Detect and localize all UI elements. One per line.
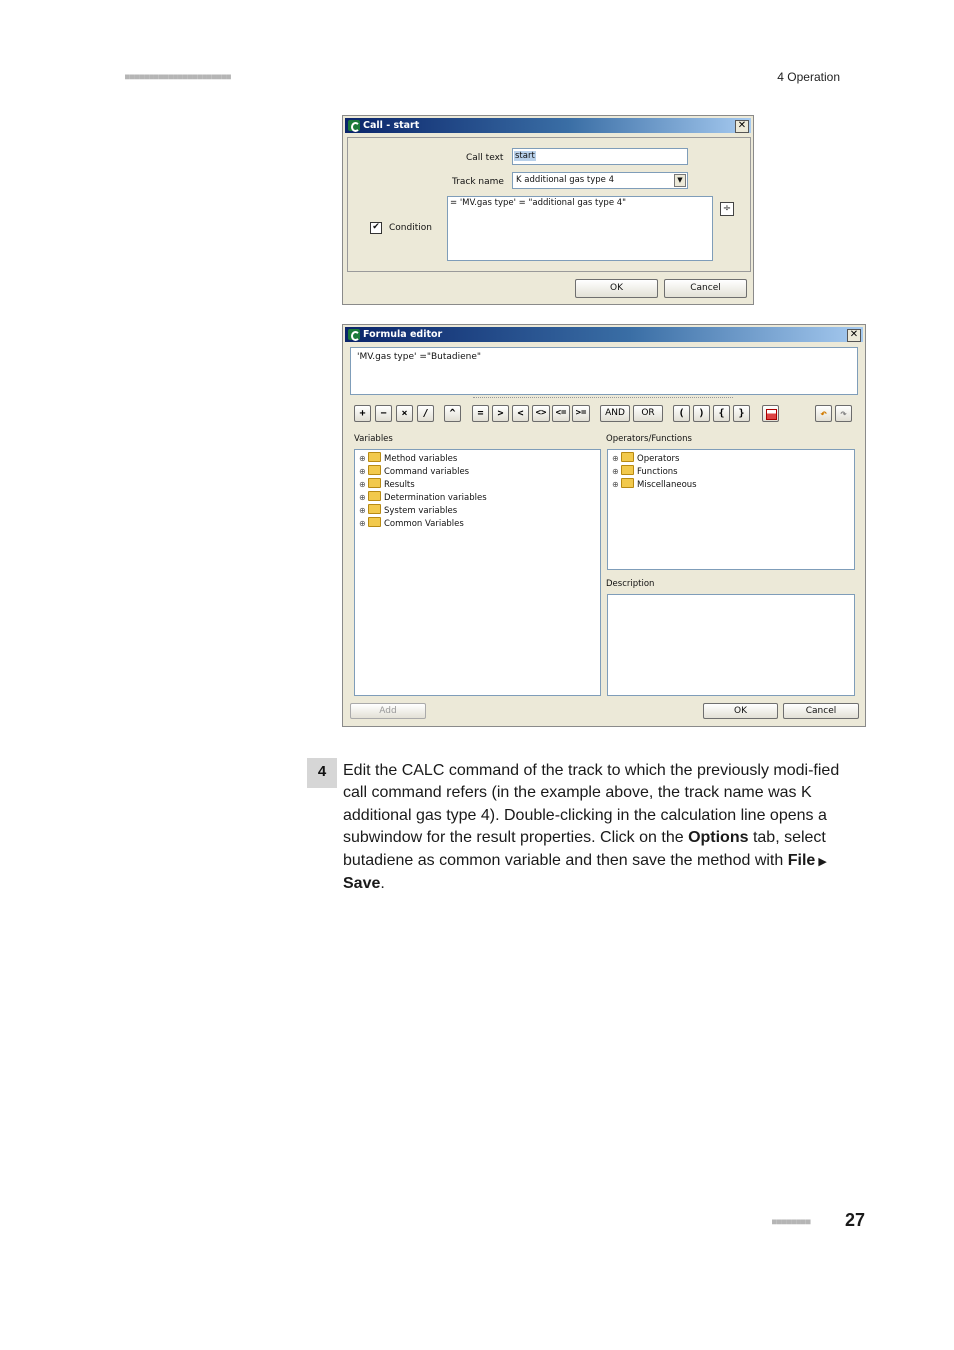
condition-checkbox[interactable]: ✔ [370,222,382,234]
call-dialog-title: Call - start [363,120,420,131]
less-button[interactable]: < [512,405,529,422]
minus-button[interactable]: − [375,405,392,422]
formula-editor-title: Formula editor [363,329,443,340]
tree-item-functions[interactable]: ⊕ Functions [612,465,678,477]
close-brace-button[interactable]: } [733,405,750,422]
formula-editor-titlebar: Formula editor ✕ [345,327,863,342]
ok-button[interactable]: OK [703,703,778,719]
formula-editor-icon[interactable]: ÷ [720,202,734,216]
section-title: 4 Operation [777,70,840,84]
tree-item-results[interactable]: ⊕ Results [359,478,415,490]
greater-button[interactable]: > [492,405,509,422]
close-icon[interactable]: ✕ [735,120,749,133]
close-icon[interactable]: ✕ [847,329,861,342]
redo-icon[interactable]: ↷ [835,405,852,422]
call-dialog: Call - start ✕ Call text start Track nam… [342,115,754,305]
splitter[interactable] [473,397,733,398]
open-paren-button[interactable]: ( [673,405,690,422]
header-decoration: ■■■■■■■■■■■■■■■■■■■■■■ [125,72,231,81]
tree-item-miscellaneous[interactable]: ⊕ Miscellaneous [612,478,697,490]
plus-button[interactable]: + [354,405,371,422]
add-button[interactable]: Add [350,703,426,719]
call-text-label: Call text [466,153,504,163]
folder-icon [368,452,381,462]
formula-input[interactable]: 'MV.gas type' ="Butadiene" [350,347,858,395]
description-box [607,594,855,696]
operators-functions-tree[interactable]: ⊕ Operators ⊕ Functions ⊕ Miscellaneous [607,449,855,570]
menu-file: File [787,851,816,869]
condition-label: Condition [389,223,432,233]
call-dialog-panel: Call text start Track name K additional … [347,137,751,272]
track-name-value: K additional gas type 4 [516,175,615,185]
call-dialog-titlebar: Call - start ✕ [345,118,751,133]
close-paren-button[interactable]: ) [693,405,710,422]
less-equal-button[interactable]: <= [552,405,570,422]
condition-textarea[interactable]: = 'MV.gas type' = "additional gas type 4… [447,196,713,261]
folder-icon [368,517,381,527]
tree-item-common-variables[interactable]: ⊕ Common Variables [359,517,464,529]
ok-button[interactable]: OK [575,279,658,298]
formula-value: 'MV.gas type' ="Butadiene" [357,352,482,362]
equals-button[interactable]: = [472,405,489,422]
call-text-input[interactable]: start [512,148,688,165]
tree-item-system-variables[interactable]: ⊕ System variables [359,504,457,516]
folder-icon [368,465,381,475]
variables-tree[interactable]: ⊕ Method variables ⊕ Command variables ⊕ Re… [354,449,601,696]
app-icon [348,329,360,341]
footer-decoration: ■■■■■■■■ [772,1217,811,1226]
step-number: 4 [307,758,337,788]
folder-icon [621,452,634,462]
multiply-button[interactable]: × [396,405,413,422]
folder-icon [621,478,634,488]
and-button[interactable]: AND [600,405,630,422]
track-name-select[interactable]: K additional gas type 4 ▼ [512,172,688,189]
variables-label: Variables [354,434,393,444]
menu-save: Save [343,875,381,893]
clear-icon[interactable] [762,405,779,422]
or-button[interactable]: OR [633,405,663,422]
divide-button[interactable]: / [417,405,434,422]
cancel-button[interactable]: Cancel [664,279,747,298]
page-number: 27 [845,1210,866,1230]
condition-value: = 'MV.gas type' = "additional gas type 4… [450,198,627,208]
operators-functions-label: Operators/Functions [606,434,692,444]
greater-equal-button[interactable]: >= [572,405,590,422]
description-label: Description [606,579,655,589]
options-tab-reference: Options [688,829,749,847]
power-button[interactable]: ^ [444,405,461,422]
tree-item-determination-variables[interactable]: ⊕ Determination variables [359,491,487,503]
folder-icon [621,465,634,475]
step-text: Edit the CALC command of the track to wh… [343,762,840,893]
undo-icon[interactable]: ↶ [815,405,832,422]
call-text-value: start [514,151,536,161]
open-brace-button[interactable]: { [713,405,730,422]
tree-item-command-variables[interactable]: ⊕ Command variables [359,465,469,477]
folder-icon [368,491,381,501]
folder-icon [368,504,381,514]
chevron-down-icon[interactable]: ▼ [674,174,686,187]
folder-icon [368,478,381,488]
not-equal-button[interactable]: <> [532,405,550,422]
tree-item-method-variables[interactable]: ⊕ Method variables [359,452,457,464]
formula-editor: Formula editor ✕ 'MV.gas type' ="Butadie… [342,324,866,727]
app-icon [348,120,360,132]
tree-item-operators[interactable]: ⊕ Operators [612,452,679,464]
cancel-button[interactable]: Cancel [783,703,859,719]
track-name-label: Track name [452,177,504,187]
